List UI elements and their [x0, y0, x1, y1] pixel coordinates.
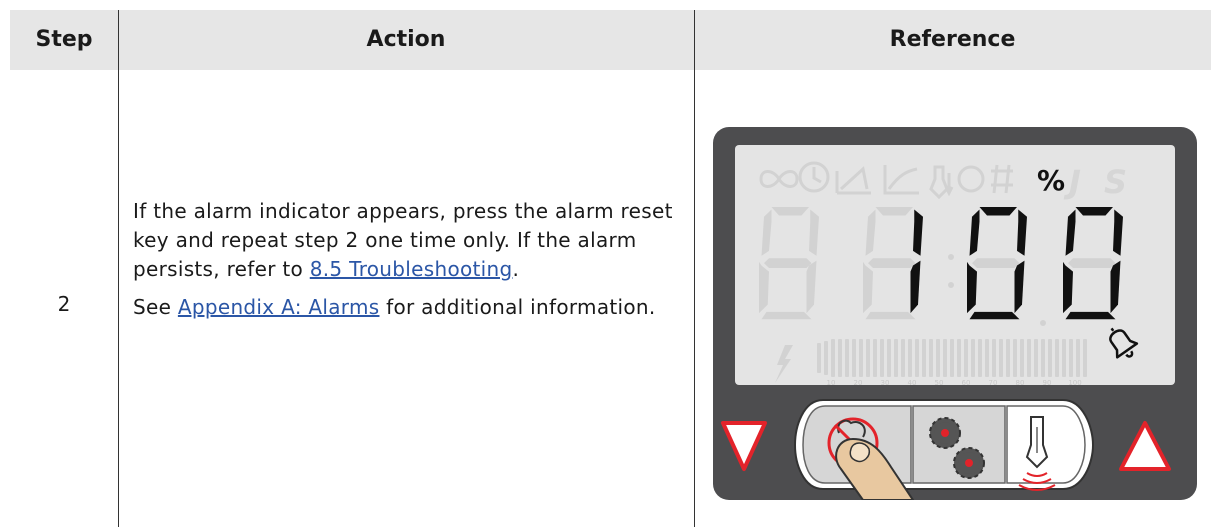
column-divider [118, 10, 119, 527]
appendix-alarms-link[interactable]: Appendix A: Alarms [178, 295, 380, 319]
action-paragraph: If the alarm indicator appears, press th… [133, 197, 685, 284]
step-number: 2 [57, 292, 71, 316]
js-indicator: J S [1063, 163, 1133, 201]
bar-scale-label: 70 [989, 379, 998, 387]
action-paragraph: See Appendix A: Alarms for additional in… [133, 293, 685, 322]
header-action: Action [366, 27, 446, 52]
bar-scale-label: 10 [827, 379, 836, 387]
controller-display: % J S 10 20 30 40 50 60 70 80 90 100 [713, 127, 1197, 500]
header-reference: Reference [889, 27, 1016, 52]
bar-scale-label: 50 [935, 379, 944, 387]
action-text: See [133, 295, 178, 319]
bar-scale-label: 20 [854, 379, 863, 387]
bar-scale-label: 30 [881, 379, 890, 387]
bar-scale-label: 100 [1068, 379, 1081, 387]
header-step: Step [35, 27, 93, 52]
action-text-end: . [512, 257, 520, 281]
action-text: for additional information. [379, 295, 656, 319]
bar-scale-label: 60 [962, 379, 971, 387]
troubleshooting-link[interactable]: 8.5 Troubleshooting [310, 257, 513, 281]
action-cell: If the alarm indicator appears, press th… [133, 197, 685, 331]
percent-symbol: % [1037, 164, 1065, 197]
tool-signal-key [1006, 405, 1086, 484]
bar-scale-label: 40 [908, 379, 917, 387]
bar-scale-label: 90 [1043, 379, 1052, 387]
bar-scale-label: 80 [1016, 379, 1025, 387]
column-divider [694, 10, 695, 527]
